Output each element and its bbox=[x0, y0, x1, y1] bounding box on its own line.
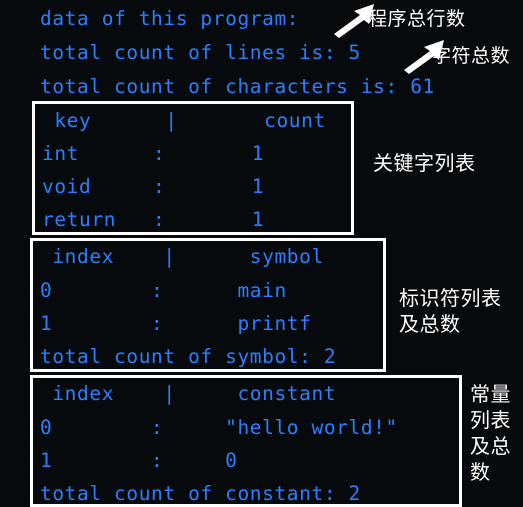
terminal-line-total-characters: total count of characters is: 61 bbox=[40, 75, 435, 98]
annotation-total-characters: 字符总数 bbox=[432, 45, 511, 67]
terminal-line-program-header: data of this program: bbox=[40, 7, 300, 30]
symbol-table-header: index | symbol bbox=[40, 245, 324, 268]
constant-table-row: 0 : "hello world!" bbox=[40, 416, 398, 439]
annotation-total-lines: 程序总行数 bbox=[368, 8, 466, 30]
keyword-table-header: key | count bbox=[42, 109, 326, 132]
constant-table-row: 1 : 0 bbox=[40, 449, 238, 472]
annotation-symbol-list: 标识符列表 及总数 bbox=[399, 286, 502, 336]
keyword-table-row: void : 1 bbox=[42, 175, 265, 198]
annotation-constant-list: 常量 列表 及总 数 bbox=[470, 382, 511, 484]
terminal-line-total-lines: total count of lines is: 5 bbox=[40, 41, 361, 64]
keyword-table-row: return : 1 bbox=[42, 208, 265, 231]
terminal-screenshot: data of this program: total count of lin… bbox=[0, 0, 523, 507]
symbol-table-row: 1 : printf bbox=[40, 312, 312, 335]
constant-table-total: total count of constant: 2 bbox=[40, 482, 361, 505]
symbol-table-total: total count of symbol: 2 bbox=[40, 345, 337, 368]
keyword-table-row: int : 1 bbox=[42, 142, 265, 165]
annotation-keyword-list: 关键字列表 bbox=[373, 151, 476, 175]
constant-table-header: index | constant bbox=[40, 382, 337, 405]
symbol-table-row: 0 : main bbox=[40, 279, 287, 302]
